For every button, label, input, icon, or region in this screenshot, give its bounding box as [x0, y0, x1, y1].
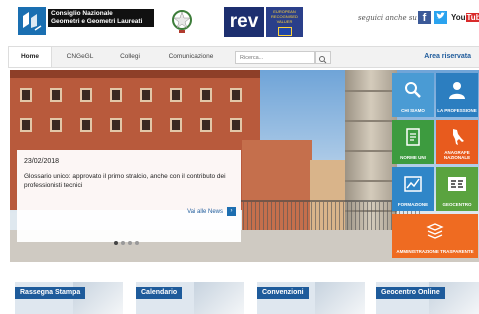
logo-title-line2: Geometri e Geometri Laureati — [51, 18, 143, 25]
nav-comunicazione[interactable]: Comunicazione — [158, 47, 224, 67]
card-image — [194, 282, 244, 314]
social-label: seguici anche su — [358, 14, 417, 22]
card-title: Rassegna Stampa — [15, 287, 86, 299]
card-title: Geocentro Online — [376, 287, 445, 299]
card-title: Calendario — [136, 287, 183, 299]
search-input[interactable] — [235, 51, 315, 64]
card-title: Convenzioni — [257, 287, 309, 299]
news-link-label: Vai alle News — [187, 209, 223, 216]
tile-amministrazione-trasparente[interactable]: AMMINISTRAZIONE TRASPARENTE — [392, 214, 478, 258]
italy-map-icon — [453, 129, 464, 145]
chart-icon — [404, 176, 422, 192]
logo-mark-icon — [23, 12, 42, 31]
cngegl-logo[interactable] — [18, 7, 46, 35]
tile-label: CHI SIAMO — [401, 108, 425, 113]
tile-geocentro[interactable]: GEOCENTRO — [436, 167, 478, 211]
news-link[interactable]: Vai alle News › — [187, 207, 236, 216]
tile-la-professione[interactable]: LA PROFESSIONE — [436, 73, 478, 117]
main-nav: Home CNGeGL Collegi Comunicazione Area r… — [8, 46, 479, 68]
logo-title-line1: Consiglio Nazionale — [51, 10, 113, 17]
card-convenzioni[interactable]: Convenzioni — [257, 282, 365, 314]
youtube-suffix: Tube — [465, 13, 479, 22]
search-icon — [405, 82, 421, 98]
news-headline[interactable]: Glossario unico: approvato il primo stra… — [24, 172, 234, 190]
slide-indicators — [114, 232, 142, 250]
twitter-icon[interactable] — [434, 11, 447, 24]
tile-anagrafe-nazionale[interactable]: ANAGRAFE NAZIONALE — [436, 120, 478, 164]
card-geocentro-online[interactable]: Geocentro Online — [376, 282, 479, 314]
slide-dot[interactable] — [128, 241, 132, 245]
document-icon — [406, 128, 420, 146]
nav-collegi[interactable]: Collegi — [108, 47, 152, 67]
person-icon — [449, 82, 465, 99]
tile-label: ANAGRAFE NAZIONALE — [443, 150, 471, 160]
news-date: 23/02/2018 — [24, 158, 60, 165]
tile-label: AMMINISTRAZIONE TRASPARENTE — [396, 249, 474, 254]
eu-flag-icon — [277, 27, 292, 36]
rev-badge[interactable]: EUROPEAN RECOGNISED VALUER — [266, 7, 303, 37]
card-rassegna-stampa[interactable]: Rassegna Stampa — [15, 282, 123, 314]
slide-dot[interactable] — [114, 241, 118, 245]
tile-norme-uni[interactable]: NORME UNI — [392, 120, 434, 164]
youtube-icon[interactable]: YouTube — [451, 11, 479, 24]
youtube-prefix: You — [451, 13, 466, 22]
books-icon — [426, 223, 444, 239]
tile-label: FORMAZIONE — [397, 202, 429, 207]
slide-dot[interactable] — [135, 241, 139, 245]
rev-badge-text: EUROPEAN RECOGNISED VALUER — [271, 9, 298, 24]
tile-label: GEOCENTRO — [442, 202, 472, 207]
nav-home[interactable]: Home — [8, 47, 52, 67]
news-card[interactable]: 23/02/2018 Glossario unico: approvato il… — [17, 150, 241, 245]
card-image — [315, 282, 365, 314]
card-calendario[interactable]: Calendario — [136, 282, 244, 314]
search-icon — [319, 56, 327, 64]
italian-republic-emblem-icon — [172, 10, 192, 33]
tile-chi-siamo[interactable]: CHI SIAMO — [392, 73, 434, 117]
tile-formazione[interactable]: FORMAZIONE — [392, 167, 434, 211]
nav-cngegl[interactable]: CNGeGL — [58, 47, 102, 67]
rev-logo[interactable]: rev — [224, 7, 264, 37]
facebook-icon[interactable]: f — [418, 11, 431, 24]
site-header: Consiglio Nazionale Geometri e Geometri … — [0, 0, 479, 44]
geo-logo-icon — [448, 177, 466, 191]
search-button[interactable] — [315, 51, 331, 64]
tile-label: LA PROFESSIONE — [437, 108, 477, 113]
arrow-right-icon: › — [227, 207, 236, 216]
logo-title[interactable]: Consiglio Nazionale Geometri e Geometri … — [48, 9, 154, 27]
tile-label: NORME UNI — [400, 155, 426, 160]
slide-dot[interactable] — [121, 241, 125, 245]
area-riservata-link[interactable]: Area riservata — [424, 47, 471, 67]
